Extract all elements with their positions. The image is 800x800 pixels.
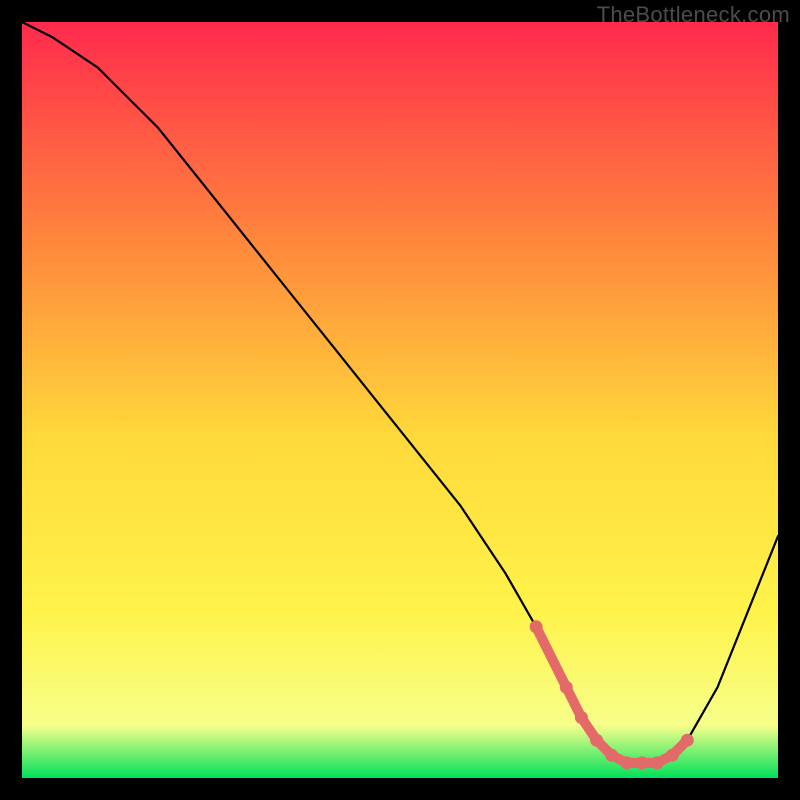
highlight-point — [620, 756, 633, 769]
highlight-point — [666, 749, 679, 762]
chart-svg — [22, 22, 778, 778]
highlight-point — [560, 681, 573, 694]
highlight-point — [575, 711, 588, 724]
gradient-background — [22, 22, 778, 778]
highlight-point — [635, 756, 648, 769]
plot-area — [22, 22, 778, 778]
chart-frame: TheBottleneck.com — [0, 0, 800, 800]
highlight-point — [590, 734, 603, 747]
highlight-point — [605, 749, 618, 762]
highlight-point — [530, 620, 543, 633]
highlight-point — [681, 734, 694, 747]
highlight-point — [651, 756, 664, 769]
